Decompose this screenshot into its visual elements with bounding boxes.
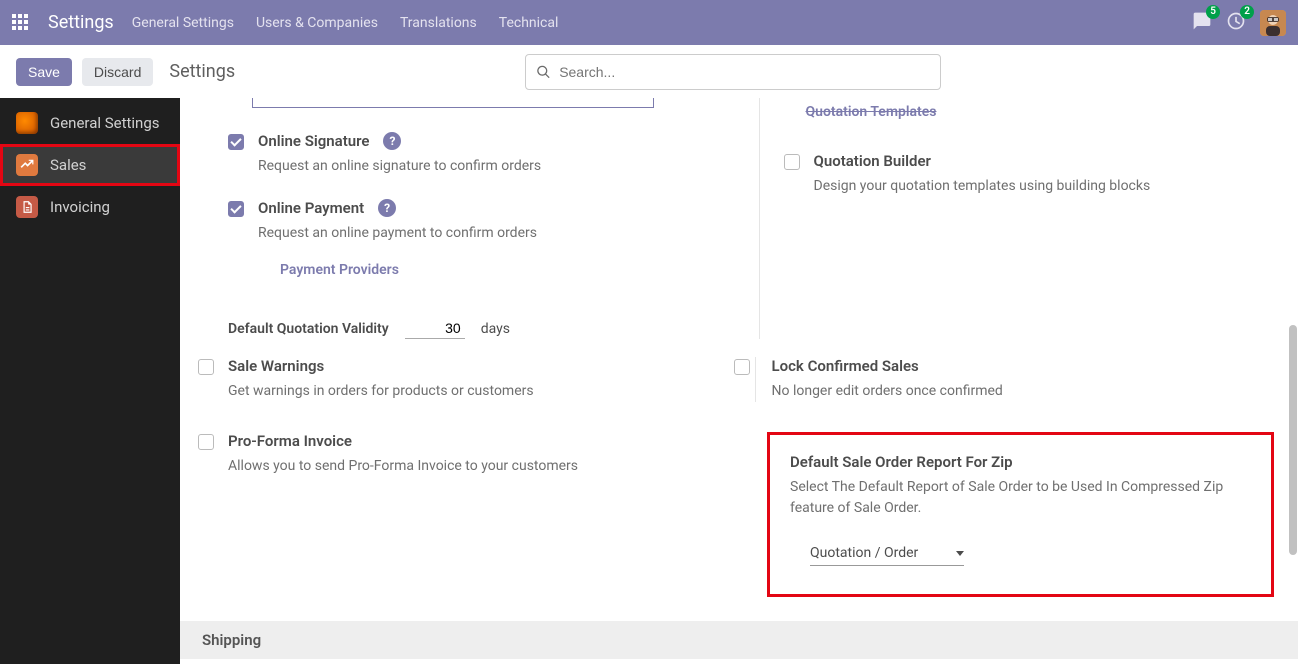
setting-desc: No longer edit orders once confirmed bbox=[772, 381, 1275, 402]
sidebar-item-general-settings[interactable]: General Settings bbox=[0, 102, 180, 144]
setting-desc: Request an online payment to confirm ord… bbox=[258, 223, 699, 244]
setting-title: Online Payment bbox=[258, 199, 364, 217]
search-box[interactable] bbox=[525, 54, 941, 90]
save-button[interactable]: Save bbox=[16, 58, 72, 86]
dropdown-selected: Quotation / Order bbox=[810, 545, 918, 561]
chevron-down-icon bbox=[956, 551, 964, 556]
checkbox-online-payment[interactable] bbox=[228, 201, 244, 217]
setting-title: Sale Warnings bbox=[228, 357, 324, 375]
messaging-icon[interactable]: 5 bbox=[1192, 11, 1212, 35]
apps-launcher-icon[interactable] bbox=[12, 14, 30, 32]
zip-report-dropdown[interactable]: Quotation / Order bbox=[810, 541, 964, 566]
page-title: Settings bbox=[169, 61, 235, 82]
app-title: Settings bbox=[48, 12, 114, 33]
setting-title: Default Sale Order Report For Zip bbox=[790, 453, 1013, 471]
checkbox-proforma[interactable] bbox=[198, 434, 214, 450]
help-icon[interactable]: ? bbox=[378, 199, 396, 217]
invoicing-icon bbox=[16, 196, 38, 218]
validity-unit: days bbox=[481, 321, 510, 337]
setting-desc: Get warnings in orders for products or c… bbox=[228, 381, 715, 402]
help-icon[interactable]: ? bbox=[383, 132, 401, 150]
sidebar-item-label: Sales bbox=[50, 156, 86, 174]
highlighted-zip-report-setting: Default Sale Order Report For Zip Select… bbox=[767, 432, 1274, 597]
sales-icon bbox=[16, 154, 38, 176]
checkbox-online-signature[interactable] bbox=[228, 134, 244, 150]
setting-title: Lock Confirmed Sales bbox=[772, 357, 919, 375]
user-avatar[interactable] bbox=[1260, 10, 1286, 36]
checkbox-lock-confirmed[interactable] bbox=[734, 359, 750, 375]
checkbox-quotation-builder[interactable] bbox=[784, 154, 800, 170]
menu-users-companies[interactable]: Users & Companies bbox=[256, 15, 378, 31]
checkbox-sale-warnings[interactable] bbox=[198, 359, 214, 375]
scrollbar-thumb[interactable] bbox=[1289, 325, 1297, 555]
setting-desc: Request an online signature to confirm o… bbox=[258, 156, 699, 177]
activity-icon[interactable]: 2 bbox=[1226, 11, 1246, 35]
setting-title: Pro-Forma Invoice bbox=[228, 432, 352, 450]
activity-badge: 2 bbox=[1240, 5, 1254, 19]
sidebar-item-sales[interactable]: Sales bbox=[0, 144, 180, 186]
setting-desc: Allows you to send Pro-Forma Invoice to … bbox=[228, 456, 727, 477]
sidebar-item-label: General Settings bbox=[50, 114, 160, 132]
setting-desc: Design your quotation templates using bu… bbox=[814, 176, 1255, 197]
menu-general-settings[interactable]: General Settings bbox=[132, 15, 234, 31]
settings-sidebar: General Settings Sales Invoicing bbox=[0, 98, 180, 664]
menu-technical[interactable]: Technical bbox=[499, 15, 559, 31]
general-settings-icon bbox=[16, 112, 38, 134]
link-quotation-templates[interactable]: Quotation Templates bbox=[806, 104, 1275, 120]
section-header-shipping: Shipping bbox=[180, 621, 1298, 659]
validity-label: Default Quotation Validity bbox=[228, 321, 389, 337]
setting-title: Online Signature bbox=[258, 132, 369, 150]
discard-button[interactable]: Discard bbox=[82, 58, 153, 86]
messaging-badge: 5 bbox=[1206, 5, 1220, 19]
search-icon bbox=[536, 64, 551, 80]
template-selector-partial[interactable] bbox=[252, 98, 654, 108]
setting-desc: Select The Default Report of Sale Order … bbox=[790, 477, 1251, 519]
menu-translations[interactable]: Translations bbox=[400, 15, 477, 31]
sidebar-item-label: Invoicing bbox=[50, 198, 110, 216]
search-input[interactable] bbox=[559, 64, 930, 80]
validity-input[interactable] bbox=[405, 318, 465, 339]
link-payment-providers[interactable]: Payment Providers bbox=[280, 262, 699, 278]
sidebar-item-invoicing[interactable]: Invoicing bbox=[0, 186, 180, 228]
setting-title: Quotation Builder bbox=[814, 152, 931, 170]
